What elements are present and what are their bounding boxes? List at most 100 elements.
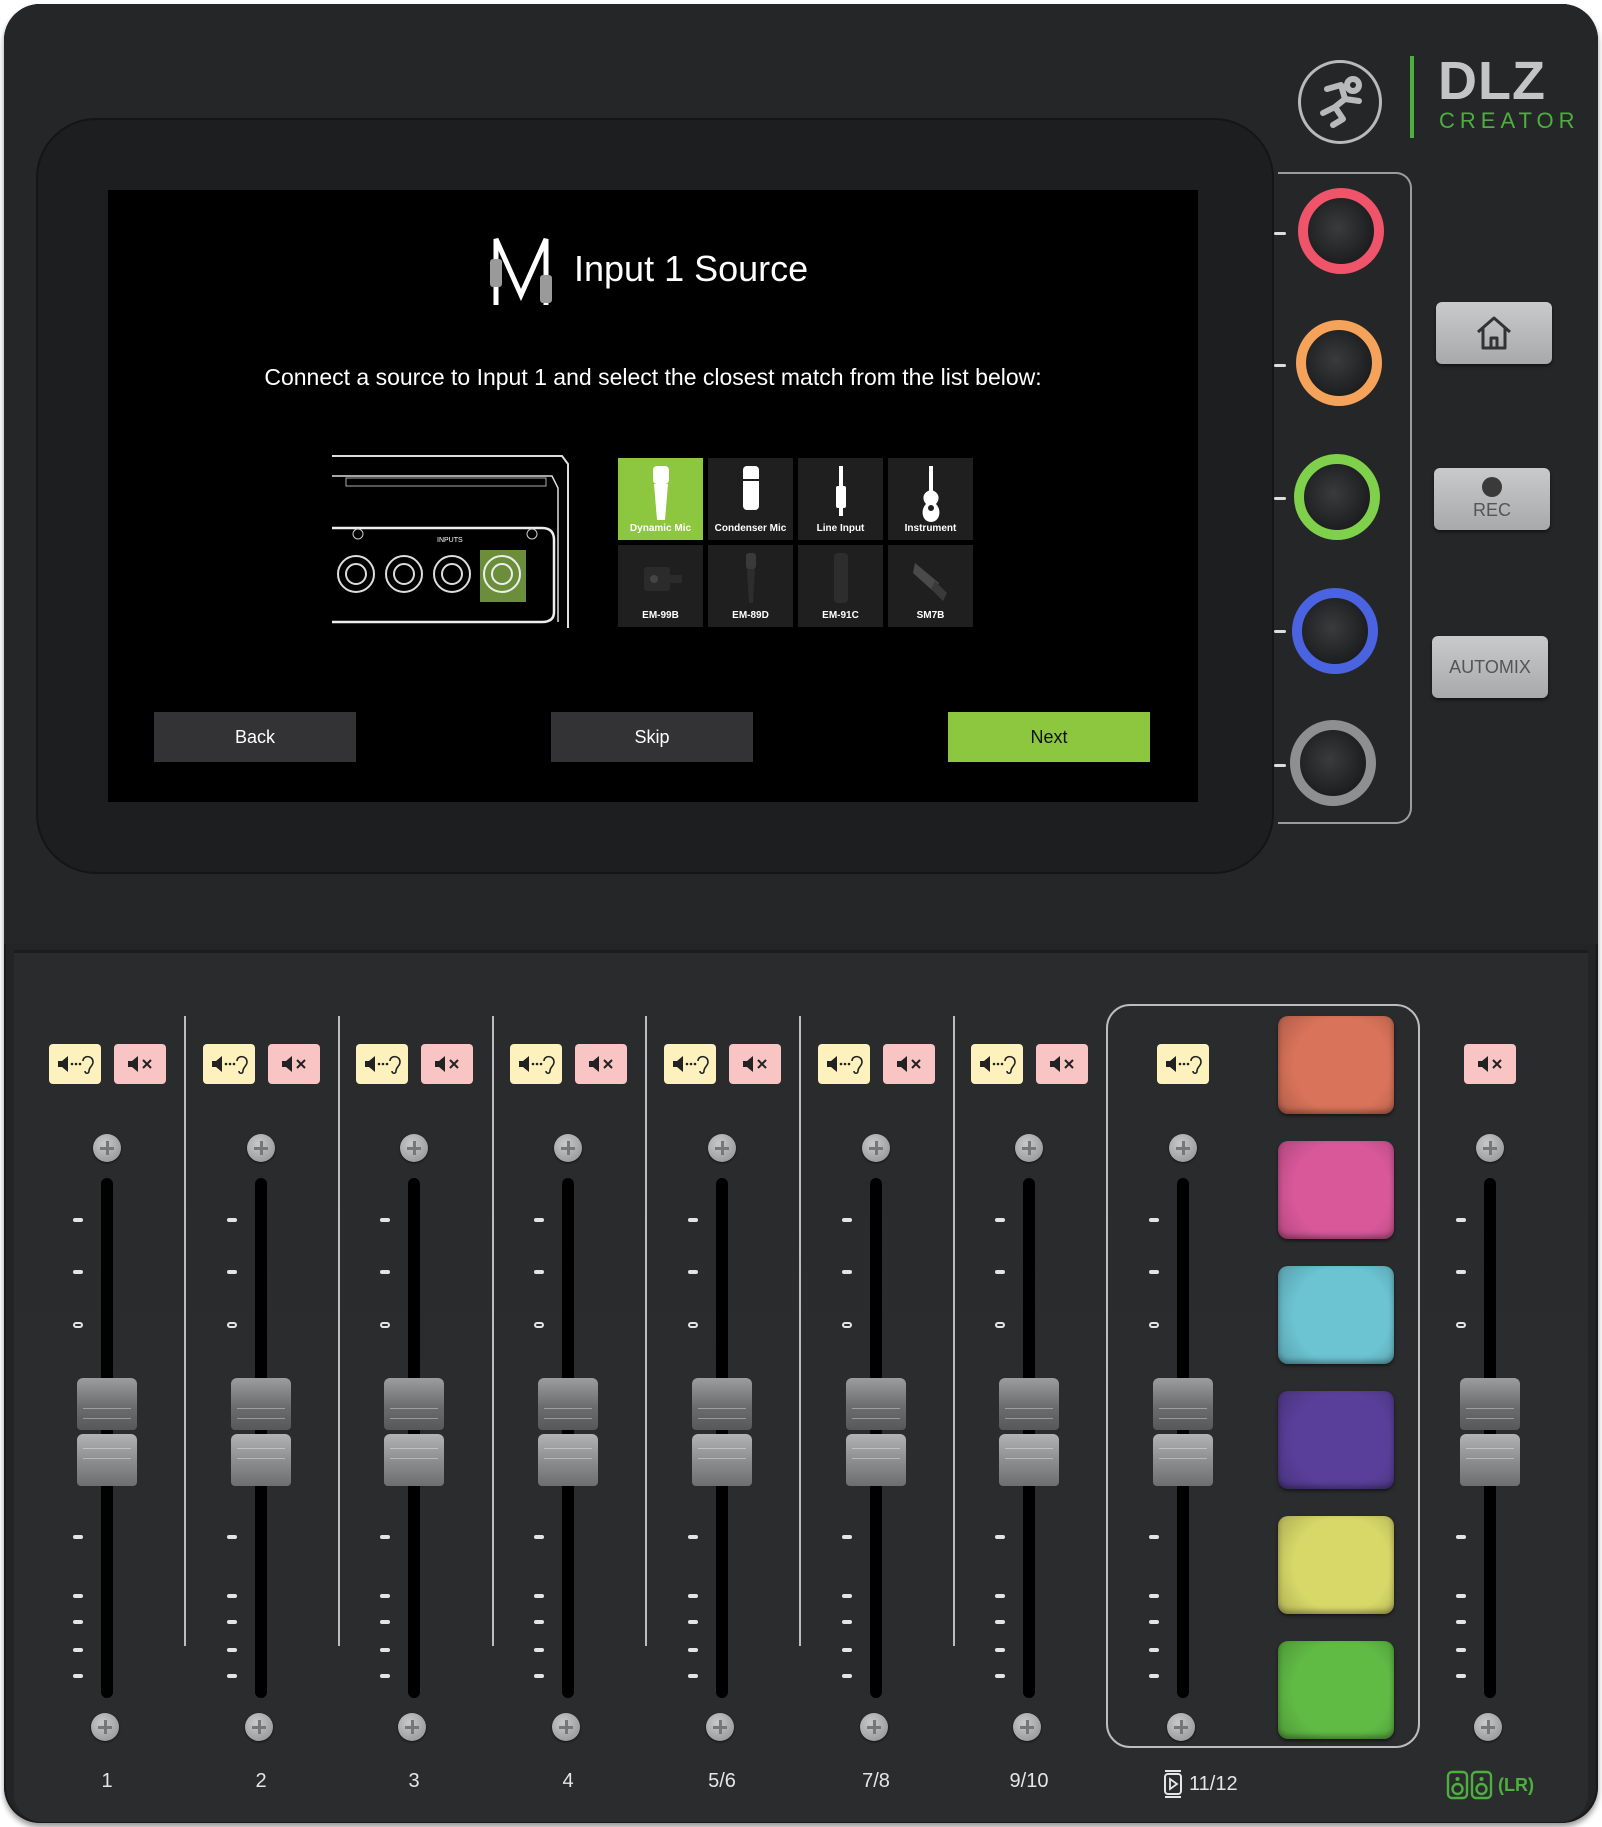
mute-icon bbox=[589, 1056, 613, 1072]
screw-icon bbox=[706, 1713, 734, 1741]
mute-button-5[interactable] bbox=[729, 1044, 781, 1084]
source-em-99b[interactable]: EM-99B bbox=[618, 545, 703, 627]
fader-knob[interactable] bbox=[846, 1370, 906, 1486]
fader-scale-mark bbox=[1456, 1270, 1466, 1274]
source-line-input[interactable]: Line Input bbox=[798, 458, 883, 540]
automix-button[interactable]: AUTOMIX bbox=[1432, 636, 1548, 698]
fader-scale-mark bbox=[688, 1648, 698, 1652]
mute-button-6[interactable] bbox=[883, 1044, 935, 1084]
mute-button-2[interactable] bbox=[268, 1044, 320, 1084]
rec-label: REC bbox=[1472, 500, 1511, 520]
screw-icon bbox=[554, 1134, 582, 1162]
mute-button-7[interactable] bbox=[1036, 1044, 1088, 1084]
fader-scale-mark bbox=[534, 1648, 544, 1652]
source-em-91c[interactable]: EM-91C bbox=[798, 545, 883, 627]
pfl-button-4[interactable] bbox=[510, 1044, 562, 1084]
screw-icon bbox=[245, 1713, 273, 1741]
mute-button-main[interactable] bbox=[1464, 1044, 1516, 1084]
source-label: Instrument bbox=[904, 523, 957, 534]
pfl-button-1[interactable] bbox=[49, 1044, 101, 1084]
mute-button-1[interactable] bbox=[114, 1044, 166, 1084]
pfl-button-3[interactable] bbox=[356, 1044, 408, 1084]
fader-scale-mark bbox=[380, 1620, 390, 1624]
fader-knob[interactable] bbox=[1460, 1370, 1520, 1486]
fader-knob[interactable] bbox=[231, 1370, 291, 1486]
knob-indicator bbox=[1274, 764, 1286, 767]
channel-label: 7/8 bbox=[862, 1770, 890, 1792]
channel-label: 4 bbox=[562, 1770, 574, 1792]
source-em-89d[interactable]: EM-89D bbox=[708, 545, 793, 627]
channel-label-main: (LR) bbox=[1446, 1770, 1556, 1800]
fader-knob[interactable] bbox=[384, 1370, 444, 1486]
source-condenser-mic[interactable]: Condenser Mic bbox=[708, 458, 793, 540]
fader-knob[interactable] bbox=[77, 1370, 137, 1486]
fader-knob[interactable] bbox=[692, 1370, 752, 1486]
skip-button[interactable]: Skip bbox=[551, 712, 753, 762]
knob-indicator bbox=[1274, 364, 1286, 367]
brand-divider bbox=[1410, 56, 1414, 138]
fader-scale-mark bbox=[842, 1674, 852, 1678]
fader-knob[interactable] bbox=[999, 1370, 1059, 1486]
mute-button-3[interactable] bbox=[421, 1044, 473, 1084]
knob-3[interactable] bbox=[1294, 454, 1380, 540]
pfl-button-2[interactable] bbox=[203, 1044, 255, 1084]
source-label: Dynamic Mic bbox=[629, 523, 692, 534]
fader-scale-mark bbox=[995, 1270, 1005, 1274]
screw-icon bbox=[1476, 1134, 1504, 1162]
brand-model: CREATOR bbox=[1439, 108, 1580, 133]
fader-zero-mark bbox=[1456, 1322, 1466, 1328]
rec-button[interactable]: REC bbox=[1434, 468, 1550, 530]
fader-scale-mark bbox=[227, 1535, 237, 1539]
channel-label: 5/6 bbox=[708, 1770, 736, 1792]
screw-icon bbox=[398, 1713, 426, 1741]
fader-scale-mark bbox=[1456, 1594, 1466, 1598]
em-91c-mic-icon bbox=[833, 553, 848, 603]
pfl-ear-icon bbox=[365, 1055, 401, 1075]
home-button[interactable] bbox=[1436, 302, 1552, 364]
fader-scale-mark bbox=[73, 1674, 83, 1678]
fader-scale-mark bbox=[73, 1270, 83, 1274]
knob-1[interactable] bbox=[1298, 188, 1384, 274]
fader-scale-mark bbox=[688, 1535, 698, 1539]
mute-icon bbox=[897, 1056, 921, 1072]
record-dot-icon bbox=[1482, 477, 1502, 497]
knob-2[interactable] bbox=[1296, 320, 1382, 406]
fader-scale-mark bbox=[995, 1535, 1005, 1539]
pfl-button-6[interactable] bbox=[818, 1044, 870, 1084]
source-list: Dynamic Mic Condenser Mic Line Input Ins… bbox=[618, 458, 973, 627]
pfl-button-7[interactable] bbox=[971, 1044, 1023, 1084]
source-label: EM-99B bbox=[642, 610, 679, 621]
mute-icon bbox=[435, 1056, 459, 1072]
fader-scale-mark bbox=[995, 1218, 1005, 1222]
knob-4[interactable] bbox=[1292, 588, 1378, 674]
source-instrument[interactable]: Instrument bbox=[888, 458, 973, 540]
source-sm7b[interactable]: SM7B bbox=[888, 545, 973, 627]
screw-icon bbox=[862, 1134, 890, 1162]
knob-5[interactable] bbox=[1290, 720, 1376, 806]
next-button[interactable]: Next bbox=[948, 712, 1150, 762]
fader-scale-mark bbox=[534, 1218, 544, 1222]
playback-icon bbox=[1164, 1770, 1182, 1798]
back-button[interactable]: Back bbox=[154, 712, 356, 762]
em-89d-mic-icon bbox=[745, 553, 756, 603]
guitar-icon bbox=[922, 466, 939, 522]
fader-knob[interactable] bbox=[538, 1370, 598, 1486]
pfl-button-5[interactable] bbox=[664, 1044, 716, 1084]
fader-scale-mark bbox=[227, 1674, 237, 1678]
touch-screen: Input 1 Source Connect a source to Input… bbox=[108, 190, 1198, 802]
source-dynamic-mic[interactable]: Dynamic Mic bbox=[618, 458, 703, 540]
input-diagram: INPUTS bbox=[332, 455, 569, 628]
channel-separator bbox=[338, 1016, 340, 1646]
fader-scale-mark bbox=[534, 1620, 544, 1624]
dynamic-mic-icon bbox=[652, 466, 669, 520]
fader-zero-mark bbox=[380, 1322, 390, 1328]
fader-scale-mark bbox=[534, 1594, 544, 1598]
fader-zero-mark bbox=[534, 1322, 544, 1328]
mute-icon bbox=[282, 1056, 306, 1072]
mackie-running-man-icon bbox=[1298, 60, 1382, 144]
mute-button-4[interactable] bbox=[575, 1044, 627, 1084]
fader-scale-mark bbox=[842, 1648, 852, 1652]
source-label: SM7B bbox=[916, 610, 945, 621]
fader-scale-mark bbox=[73, 1620, 83, 1624]
brand-logo: DLZ CREATOR bbox=[1298, 51, 1588, 150]
